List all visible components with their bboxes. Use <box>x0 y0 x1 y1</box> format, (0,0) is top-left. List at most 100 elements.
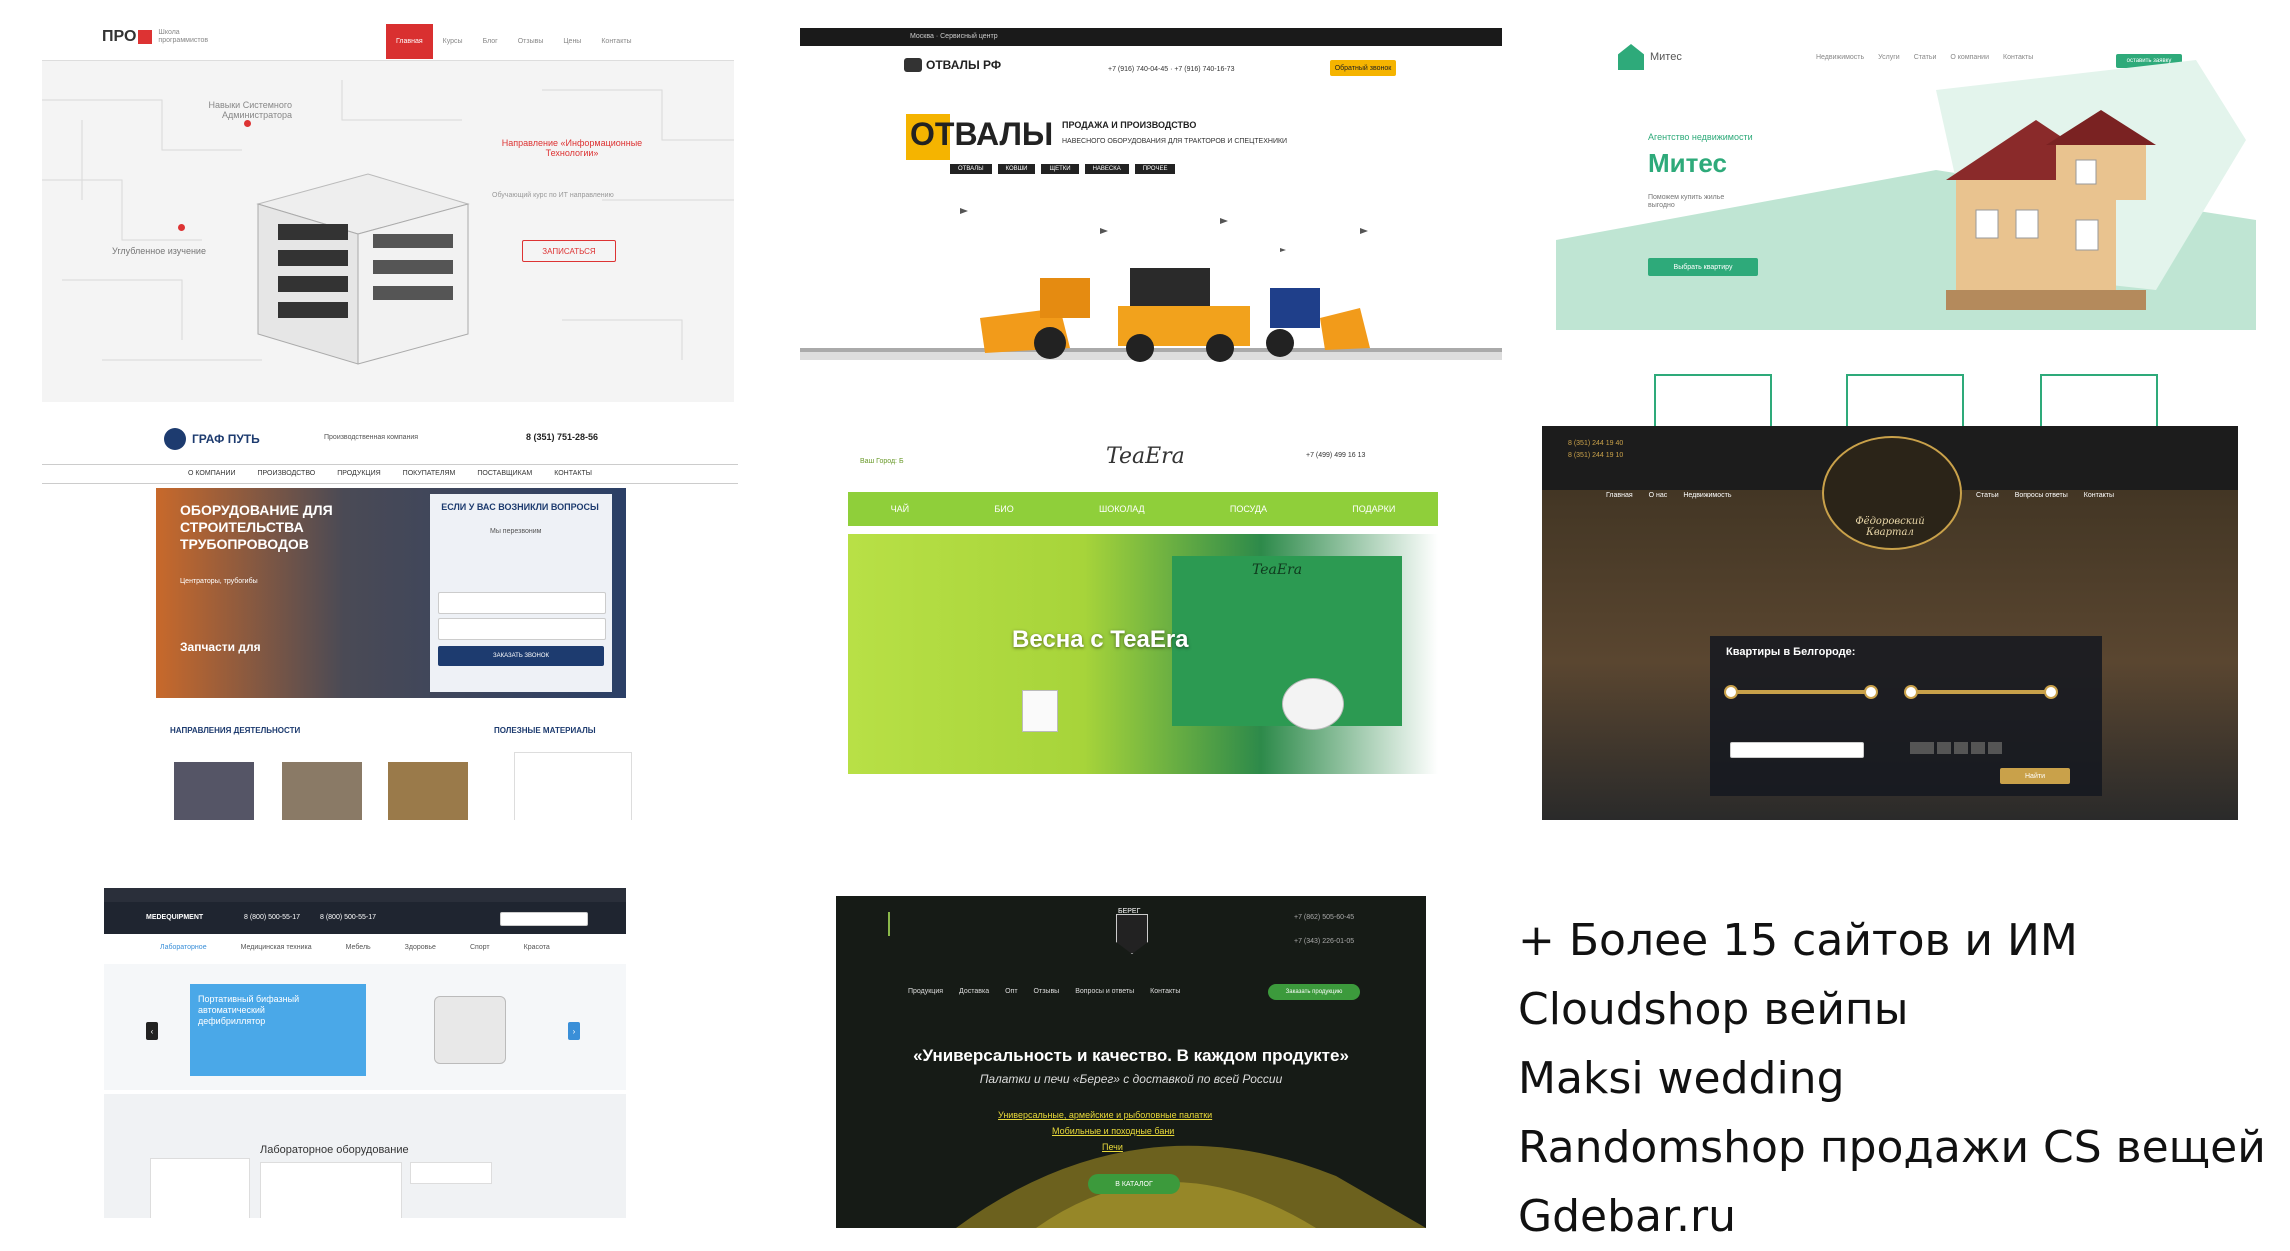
bereg-nav-item[interactable]: Контакты <box>1150 988 1180 996</box>
portfolio-extra-item: Cloudshop вейпы <box>1518 984 1909 1035</box>
med-tab[interactable]: Мебель <box>346 944 371 952</box>
pro-cta-button[interactable]: ЗАПИСАТЬСЯ <box>522 240 616 262</box>
med-slider-prev-button[interactable]: ‹ <box>146 1022 158 1040</box>
pro-nav-item[interactable]: Цены <box>553 24 591 59</box>
graf-phone: 8 (351) 751-28-56 <box>526 432 599 442</box>
rooms-button[interactable] <box>1910 742 1934 754</box>
graf-direction-image[interactable] <box>388 762 468 820</box>
teaera-nav-item[interactable]: ЧАЙ <box>891 504 909 514</box>
pro-nav-item[interactable]: Отзывы <box>508 24 554 59</box>
graf-form-title: ЕСЛИ У ВАС ВОЗНИКЛИ ВОПРОСЫ <box>441 502 599 512</box>
med-tab-active[interactable]: Лабораторное <box>160 944 207 952</box>
graf-form-name-input[interactable] <box>438 592 606 614</box>
pro-nav-item[interactable]: Курсы <box>433 24 473 59</box>
bereg-nav-item[interactable]: Опт <box>1005 988 1017 996</box>
otvaly-tag[interactable]: КОВШИ <box>997 164 1036 174</box>
otvaly-tag[interactable]: ПРОЧЕЕ <box>1134 164 1176 174</box>
graf-nav-item[interactable]: ПОСТАВЩИКАМ <box>477 470 532 478</box>
graf-nav-item[interactable]: О КОМПАНИИ <box>188 470 235 478</box>
graf-direction-image[interactable] <box>282 762 362 820</box>
rooms-button[interactable] <box>1971 742 1985 754</box>
pro-nav-item[interactable]: Контакты <box>591 24 641 59</box>
portfolio-thumb-graf-put[interactable]: ГРАФ ПУТЬ Производственная компания 8 (3… <box>42 420 738 820</box>
med-tab[interactable]: Спорт <box>470 944 490 952</box>
slider-knob[interactable] <box>1904 685 1918 699</box>
rooms-button[interactable] <box>1954 742 1968 754</box>
portfolio-thumb-medequipment[interactable]: MEDEQUIPMENT 8 (800) 500-55-17 8 (800) 5… <box>104 888 626 1218</box>
teaera-nav-item[interactable]: ПОДАРКИ <box>1352 504 1395 514</box>
med-search-input[interactable] <box>500 912 588 926</box>
portfolio-thumb-belgorod[interactable]: 8 (351) 244 19 40 8 (351) 244 19 10 Глав… <box>1542 426 2238 820</box>
otvaly-phone: +7 (916) 740-04-45 · +7 (916) 740-16-73 <box>1108 66 1235 73</box>
portfolio-extra-list: + Более 15 сайтов и ИМ Cloudshop вейпы M… <box>1518 906 2266 1251</box>
otvaly-callback-button[interactable]: Обратный звонок <box>1330 60 1396 76</box>
otvaly-tag[interactable]: ОТВАЛЫ <box>950 164 992 174</box>
otvaly-tag[interactable]: НАВЕСКА <box>1084 164 1129 174</box>
teaera-nav-item[interactable]: ПОСУДА <box>1230 504 1267 514</box>
med-slider-next-button[interactable]: › <box>568 1022 580 1040</box>
pro-label-a: Навыки Системного Администратора <box>208 100 292 121</box>
bereg-link1[interactable]: Универсальные, армейские и рыболовные па… <box>998 1110 1212 1120</box>
belgorod-nav-item[interactable]: Вопросы ответы <box>2015 492 2068 500</box>
red-dot-marker <box>244 120 251 127</box>
belgorod-nav-item[interactable]: Контакты <box>2084 492 2114 500</box>
graf-direction-image[interactable] <box>174 762 254 820</box>
bereg-nav-button[interactable]: Заказать продукцию <box>1268 984 1360 1000</box>
slider-knob[interactable] <box>1864 685 1878 699</box>
teaera-left-link[interactable]: Ваш Город: Б <box>860 458 904 466</box>
otvaly-logo: ОТВАЛЫ РФ <box>904 58 1001 72</box>
bereg-nav-item[interactable]: Отзывы <box>1034 988 1060 996</box>
med-filter-box <box>260 1162 402 1218</box>
graf-nav-item[interactable]: ПОКУПАТЕЛЯМ <box>403 470 456 478</box>
belgorod-area-slider[interactable] <box>1910 690 2050 694</box>
bereg-nav-item[interactable]: Продукция <box>908 988 943 996</box>
slider-knob[interactable] <box>1724 685 1738 699</box>
belgorod-price-slider[interactable] <box>1730 690 1870 694</box>
rooms-button[interactable] <box>1988 742 2002 754</box>
graf-nav-item[interactable]: КОНТАКТЫ <box>554 470 592 478</box>
belgorod-nav-item[interactable]: Главная <box>1606 492 1633 500</box>
portfolio-thumb-otvaly[interactable]: Москва · Сервисный центр ОТВАЛЫ РФ +7 (9… <box>800 28 1502 398</box>
belgorod-nav-item[interactable]: О нас <box>1649 492 1668 500</box>
teaera-nav-item[interactable]: БИО <box>994 504 1013 514</box>
belgorod-nav-item[interactable]: Статьи <box>1976 492 1999 500</box>
bereg-logo-shield <box>1116 914 1148 954</box>
teaera-nav-item[interactable]: ШОКОЛАД <box>1099 504 1145 514</box>
med-tab[interactable]: Здоровье <box>405 944 436 952</box>
mites-text: Поможем купить жилье выгодно <box>1648 194 1725 209</box>
portfolio-thumb-mites[interactable]: Митес Недвижимость Услуги Статьи О компа… <box>1556 30 2256 330</box>
graf-nav: О КОМПАНИИ ПРОИЗВОДСТВО ПРОДУКЦИЯ ПОКУПА… <box>42 464 738 484</box>
rooms-button[interactable] <box>1937 742 1951 754</box>
otvaly-topbar-text: Москва · Сервисный центр <box>910 33 998 40</box>
med-tab[interactable]: Красота <box>524 944 550 952</box>
graf-nav-item[interactable]: ПРОДУКЦИЯ <box>337 470 380 478</box>
portfolio-thumb-bereg[interactable]: БЕРЕГ +7 (862) 505-60-45 +7 (343) 226-01… <box>836 896 1426 1228</box>
pro-nav-item[interactable]: Блог <box>473 24 508 59</box>
teaera-banner-text: Весна с TeaEra <box>1012 626 1189 653</box>
slider-knob[interactable] <box>2044 685 2058 699</box>
bereg-link3[interactable]: Печи <box>1102 1142 1123 1152</box>
graf-materials-box <box>514 752 632 820</box>
bereg-nav-item[interactable]: Вопросы и ответы <box>1075 988 1134 996</box>
bereg-headline: «Универсальность и качество. В каждом пр… <box>913 1046 1349 1065</box>
graf-form-phone-input[interactable] <box>438 618 606 640</box>
graf-form-button[interactable]: ЗАКАЗАТЬ ЗВОНОК <box>438 646 604 666</box>
graf-nav-item[interactable]: ПРОИЗВОДСТВО <box>258 470 316 478</box>
pro-label-b: Направление «Информационные Технологии» <box>501 138 643 159</box>
belgorod-nav-item[interactable]: Недвижимость <box>1683 492 1731 500</box>
bereg-link2[interactable]: Мобильные и походные бани <box>1052 1126 1174 1136</box>
bereg-logo: БЕРЕГ <box>1118 908 1141 915</box>
portfolio-thumb-pro-school[interactable]: ПРО Школа программистов Главная Курсы Бл… <box>42 14 734 402</box>
otvaly-hero-big: ОТВАЛЫ <box>910 116 1054 152</box>
belgorod-search-button[interactable]: Найти <box>2000 768 2070 784</box>
med-tab[interactable]: Медицинская техника <box>241 944 312 952</box>
pro-nav-item-active[interactable]: Главная <box>386 24 433 59</box>
cup-image <box>1022 690 1058 732</box>
bereg-nav-item[interactable]: Доставка <box>959 988 989 996</box>
bereg-catalog-button[interactable]: В КАТАЛОГ <box>1088 1174 1180 1194</box>
portfolio-thumb-teaera[interactable]: Ваш Город: Б TeaEra +7 (499) 499 16 13 Ч… <box>772 410 1498 820</box>
otvaly-tag[interactable]: ЩЕТКИ <box>1041 164 1079 174</box>
belgorod-street-input[interactable] <box>1730 742 1864 758</box>
mites-cta-button[interactable]: Выбрать квартиру <box>1648 258 1758 276</box>
graf-hero-sub: Центраторы, трубогибы <box>180 578 258 585</box>
